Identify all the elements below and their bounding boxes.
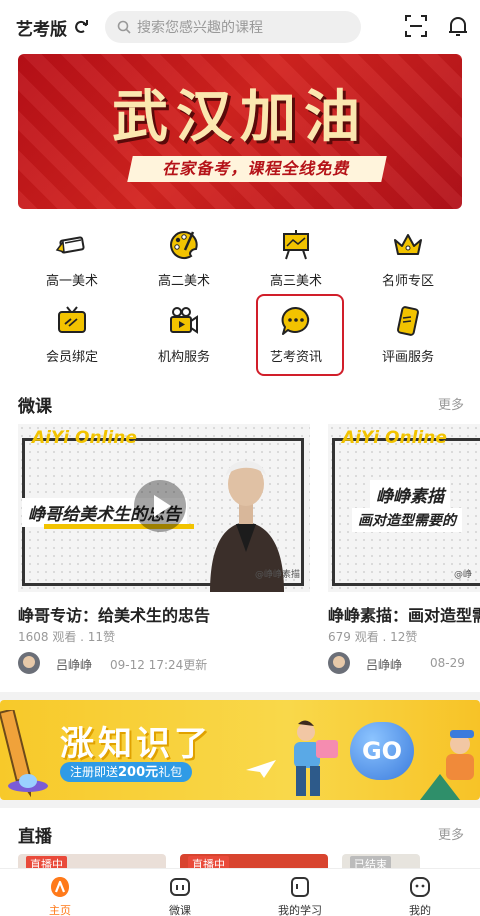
tab-micro-course[interactable]: 微课 [120, 869, 240, 916]
palette-icon [170, 230, 198, 259]
category-item-grade1-art[interactable]: 高一美术 [16, 222, 128, 292]
section-title: 直播 [18, 827, 52, 847]
tab-label: 微课 [169, 904, 191, 916]
tv-icon [58, 306, 86, 333]
app-version-switch[interactable]: 艺考版 [16, 15, 89, 40]
tab-label: 我的学习 [278, 904, 322, 916]
search-icon [117, 20, 131, 34]
promo-gift-pill: 注册即送200元礼包 [60, 762, 193, 782]
promo-banner[interactable]: 涨知识了 注册即送200元礼包 GO [0, 700, 480, 800]
category-item-grade2-art[interactable]: 高二美术 [128, 222, 240, 292]
author-name: 吕峥峥 [56, 658, 93, 672]
course-stats: 679 观看 . 12赞 [328, 630, 418, 644]
easel-icon [283, 230, 309, 260]
bell-icon[interactable] [446, 14, 470, 38]
thumbnail-headline: 峥峥素描 [370, 480, 450, 509]
category-item-institution-service[interactable]: 机构服务 [128, 298, 240, 368]
course-stats: 1608 观看 . 11赞 [18, 630, 116, 644]
category-label: 高二美术 [157, 274, 210, 289]
micro-course-icon [170, 878, 190, 896]
tab-label: 我的 [409, 904, 431, 916]
category-item-famous-teachers[interactable]: 名师专区 [352, 222, 464, 292]
ufo-icon [8, 774, 48, 792]
pencil-icon [55, 236, 85, 254]
promo-pill-post: 礼包 [158, 765, 183, 779]
tab-home[interactable]: 主页 [0, 869, 120, 916]
thumbnail-watermark: @峥峥素描 [254, 570, 300, 580]
banner-title: 武汉加油 [112, 84, 368, 150]
category-label: 机构服务 [157, 350, 210, 365]
more-link[interactable]: 更多 [438, 394, 464, 413]
section-title: 微课 [18, 397, 52, 417]
video-camera-icon [170, 307, 198, 334]
thumbnail-headline-2: 画对造型需要的 [352, 508, 462, 532]
author-name: 吕峥峥 [366, 658, 403, 672]
category-item-membership[interactable]: 会员绑定 [16, 298, 128, 368]
hero-banner[interactable]: 武汉加油 在家备考，课程全线免费 [18, 54, 462, 209]
category-item-grade3-art[interactable]: 高三美术 [240, 222, 352, 292]
top-bar: 艺考版 搜索您感兴趣的课程 [0, 0, 480, 54]
go-button[interactable]: GO [350, 722, 414, 780]
promo-amount: 200元 [118, 765, 159, 780]
more-link[interactable]: 更多 [438, 824, 464, 843]
explorer-illustration [420, 730, 474, 800]
paper-plane-icon [246, 760, 276, 778]
update-time: 09-12 17:24更新 [110, 658, 208, 672]
course-thumbnail[interactable]: AiYi Online 峥峥素描 画对造型需要的 @峥 [328, 424, 480, 592]
avatar [328, 652, 350, 674]
thumbnail-brand: AiYi Online [342, 428, 447, 448]
category-label: 评画服务 [381, 350, 434, 365]
thumbnail-watermark: @峥 [454, 570, 473, 580]
update-time: 08-29 [430, 656, 465, 670]
tab-mine[interactable]: 我的 [360, 869, 480, 916]
promo-title: 涨知识了 [60, 724, 212, 764]
bottom-tab-bar: 主页 微课 我的学习 我的 [0, 868, 480, 916]
promo-pill-pre: 注册即送 [70, 765, 119, 779]
course-card[interactable]: AiYi Online 峥峥素描 画对造型需要的 @峥 峥峥素描：画对造型需要的… [328, 424, 480, 686]
category-label: 名师专区 [381, 274, 434, 289]
highlight-box [256, 294, 344, 376]
course-title: 峥哥专访：给美术生的忠告 [18, 606, 211, 625]
tab-label: 主页 [49, 904, 71, 916]
category-label: 高三美术 [269, 274, 322, 289]
crown-icon [394, 234, 422, 255]
thumbnail-brand: AiYi Online [32, 428, 137, 448]
category-label: 高一美术 [45, 274, 98, 289]
app-name: 艺考版 [16, 19, 67, 40]
switch-icon [75, 20, 88, 33]
banner-subtitle: 在家备考，课程全线免费 [127, 156, 387, 182]
tab-my-learning[interactable]: 我的学习 [240, 869, 360, 916]
category-item-painting-review[interactable]: 评画服务 [352, 298, 464, 368]
course-thumbnail[interactable]: AiYi Online 峥哥给美术生的忠告 @峥峥素描 [18, 424, 310, 592]
phone-icon [397, 306, 419, 336]
book-icon [291, 877, 309, 897]
scan-icon[interactable] [404, 14, 428, 38]
play-button[interactable] [134, 480, 186, 532]
search-placeholder: 搜索您感兴趣的课程 [137, 20, 263, 36]
person-illustration [294, 720, 338, 796]
home-icon [51, 877, 69, 897]
search-input[interactable]: 搜索您感兴趣的课程 [105, 11, 361, 43]
avatar [18, 652, 40, 674]
profile-icon [410, 877, 430, 897]
course-title: 峥峥素描：画对造型需要的 [328, 606, 480, 625]
category-label: 会员绑定 [45, 350, 98, 365]
